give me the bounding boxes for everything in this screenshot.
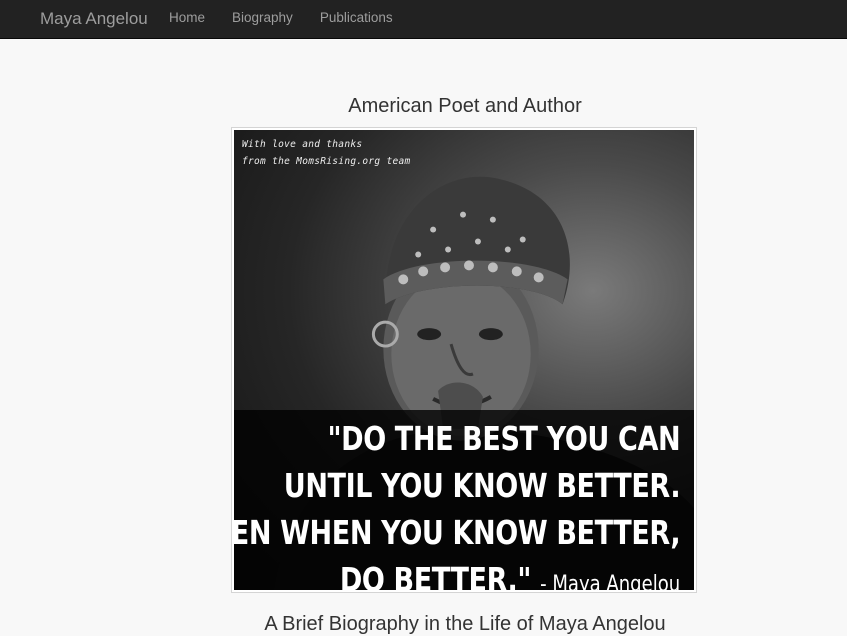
quote-line-3: THEN WHEN YOU KNOW BETTER, [234,513,680,552]
portrait-image-frame: With love and thanks from the MomsRising… [231,127,697,593]
top-navbar: Maya Angelou Home Biography Publications [0,0,847,39]
quote-line-1: "DO THE BEST YOU CAN [327,419,680,458]
nav-links: Home Biography Publications [169,10,420,25]
quote-line-4: DO BETTER." - Maya Angelou [234,556,680,590]
nav-link-biography[interactable]: Biography [232,10,293,25]
photo-credit-line-1: With love and thanks [242,139,363,150]
photo-credit: With love and thanks from the MomsRising… [242,136,411,170]
page-subtitle: American Poet and Author [348,95,582,117]
quote-attribution: - Maya Angelou [539,572,680,590]
quote-line-2: UNTIL YOU KNOW BETTER. [283,466,681,505]
nav-link-publications[interactable]: Publications [320,10,393,25]
quote-text: "DO THE BEST YOU CAN UNTIL YOU KNOW BETT… [234,415,680,590]
biography-heading: A Brief Biography in the Life of Maya An… [264,613,666,635]
nav-link-home[interactable]: Home [169,10,205,25]
quote-line-4-text: DO BETTER." [339,560,532,590]
photo-credit-line-2: from the MomsRising.org team [242,156,411,167]
brand-link[interactable]: Maya Angelou [40,9,148,29]
portrait-image: With love and thanks from the MomsRising… [234,130,694,590]
